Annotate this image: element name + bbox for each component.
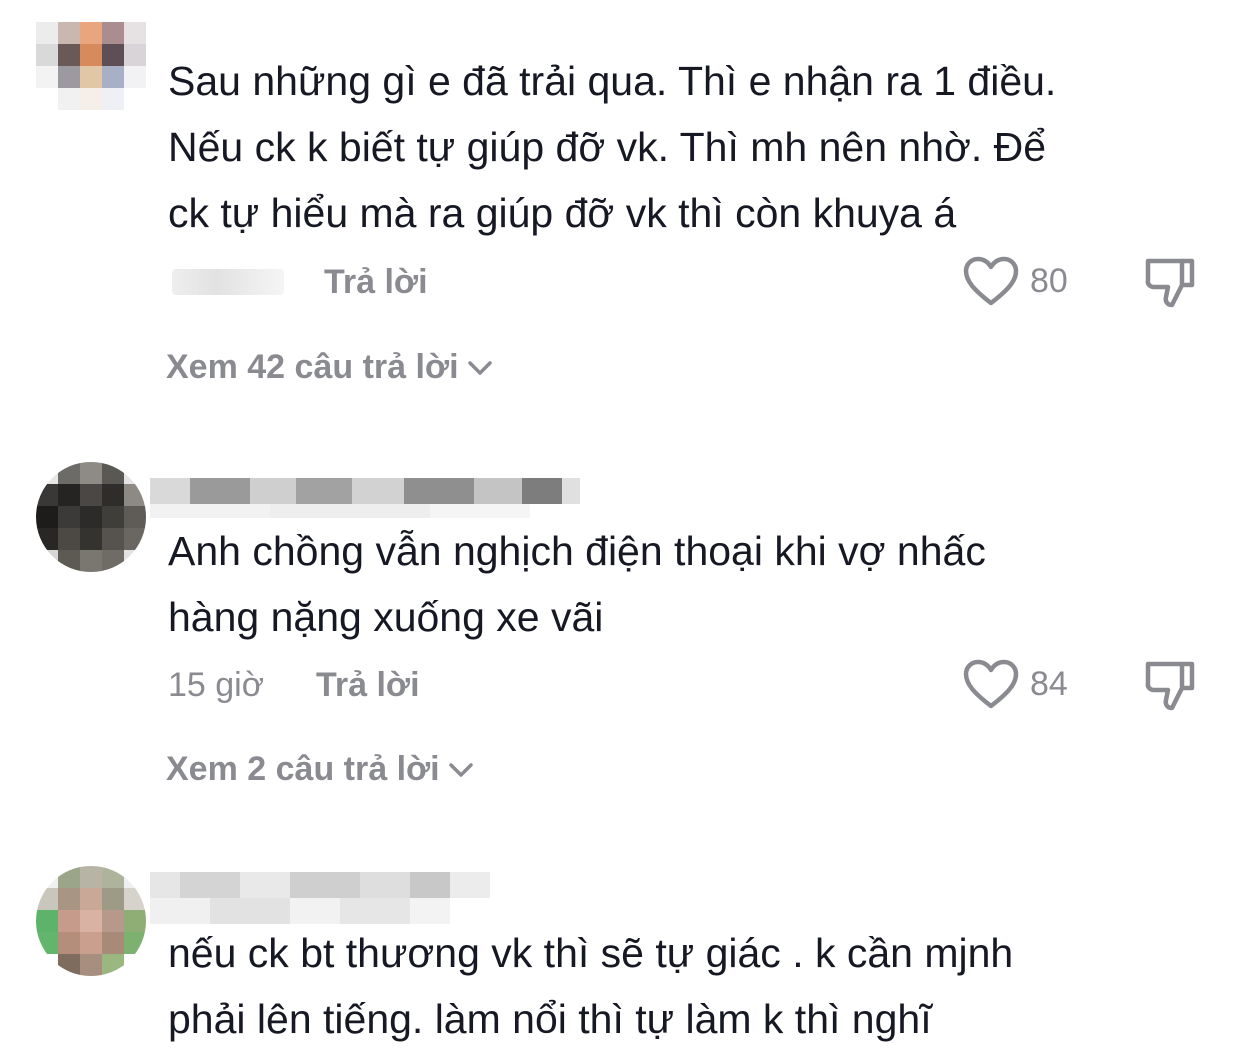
- comment-line: Sau những gì e đã trải qua. Thì e nhận r…: [168, 58, 1057, 104]
- comment-line: phải lên tiếng. làm nổi thì tự làm k thì…: [168, 996, 932, 1042]
- avatar[interactable]: [36, 462, 146, 572]
- comment-text: Anh chồng vẫn nghịch điện thoại khi vợ n…: [168, 518, 1188, 650]
- avatar[interactable]: [36, 22, 146, 112]
- view-replies-label: Xem 2 câu trả lời: [166, 750, 440, 788]
- comment-meta: 15 giờ Trả lời 84: [168, 658, 1208, 711]
- like-button[interactable]: 84: [962, 658, 1068, 710]
- username-blur-fringe: [150, 504, 530, 518]
- heart-outline-icon: [963, 659, 1019, 709]
- thumbs-down-outline-icon[interactable]: [1142, 656, 1198, 712]
- username-blurred[interactable]: [150, 478, 580, 504]
- comment-line: hàng nặng xuống xe vãi: [168, 594, 604, 640]
- comment-time: 15 giờ: [168, 666, 265, 704]
- comment-line: Anh chồng vẫn nghịch điện thoại khi vợ n…: [168, 528, 986, 574]
- comment-line: nếu ck bt thương vk thì sẽ tự giác . k c…: [168, 930, 1014, 976]
- like-count: 80: [1030, 262, 1068, 300]
- comment-text: nếu ck bt thương vk thì sẽ tự giác . k c…: [168, 920, 1188, 1051]
- comment-line: Nếu ck k biết tự giúp đỡ vk. Thì mh nên …: [168, 124, 1047, 170]
- comment-text: Sau những gì e đã trải qua. Thì e nhận r…: [168, 48, 1188, 246]
- reply-button[interactable]: Trả lời: [324, 257, 428, 307]
- like-button[interactable]: 80: [962, 255, 1068, 307]
- comment-line: ck tự hiểu mà ra giúp đỡ vk thì còn khuy…: [168, 190, 957, 236]
- like-count: 84: [1030, 665, 1068, 703]
- chevron-down-icon: [467, 360, 492, 375]
- comment-meta: Trả lời 80: [168, 255, 1208, 308]
- chevron-down-icon: [448, 762, 473, 777]
- avatar[interactable]: [36, 866, 146, 976]
- view-replies-button[interactable]: Xem 42 câu trả lời: [166, 348, 493, 387]
- heart-outline-icon: [963, 256, 1019, 306]
- comment-time: [172, 269, 284, 295]
- comments-list: Sau những gì e đã trải qua. Thì e nhận r…: [0, 0, 1242, 1051]
- username-blurred[interactable]: [150, 872, 490, 898]
- view-replies-button[interactable]: Xem 2 câu trả lời: [166, 750, 474, 789]
- thumbs-down-outline-icon[interactable]: [1142, 253, 1198, 309]
- reply-button[interactable]: Trả lời: [316, 660, 420, 710]
- view-replies-label: Xem 42 câu trả lời: [166, 348, 459, 386]
